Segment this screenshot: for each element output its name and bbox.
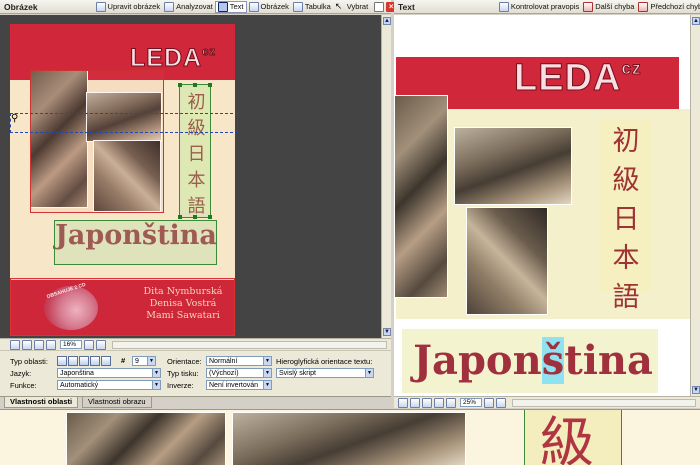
- maximize-icon[interactable]: [374, 1, 385, 12]
- right-horizontal-scrollbar[interactable]: [512, 398, 696, 407]
- area-type-text-icon[interactable]: [57, 356, 67, 366]
- right-zoom-minus-icon[interactable]: [446, 397, 456, 408]
- next-error-button[interactable]: Další chyba: [581, 1, 636, 13]
- analyze-icon: [164, 1, 175, 12]
- right-fit-page-icon[interactable]: [398, 397, 408, 408]
- area-type-table-icon[interactable]: [79, 356, 89, 366]
- actual-size-icon[interactable]: [34, 339, 44, 350]
- recognized-publisher-logo: LEDAcz: [513, 57, 642, 100]
- recognized-temple-photo: [454, 127, 572, 205]
- fit-page-icon[interactable]: [10, 339, 20, 350]
- text-block-kanji-selection[interactable]: [178, 83, 212, 219]
- orientation-select[interactable]: Normální ▼: [206, 356, 272, 366]
- hieroglyph-orientation-select[interactable]: Svislý skript ▼: [276, 368, 374, 378]
- number-label: #: [121, 356, 126, 365]
- left-panel-title: Obrázek: [4, 1, 38, 12]
- properties-tabs: Vlastnosti oblasti Vlastnosti obrazu: [0, 396, 391, 408]
- next-error-icon: [583, 1, 594, 12]
- left-zoom-field[interactable]: 16%: [60, 340, 82, 349]
- analyze-button[interactable]: Analyzovat: [162, 1, 215, 13]
- zoom-street-photo: [66, 412, 226, 465]
- right-zoom-bar: 25%: [394, 396, 700, 408]
- print-type-label: Typ tisku:: [167, 369, 199, 378]
- magnifier-icon: ⚲: [11, 113, 19, 124]
- orientation-label: Orientace:: [167, 357, 202, 366]
- recognized-people-photo: [466, 207, 548, 315]
- right-actual-size-icon[interactable]: [422, 397, 432, 408]
- right-vertical-scrollbar[interactable]: ▲ ▼: [690, 15, 700, 396]
- right-scroll-up-icon[interactable]: ▲: [692, 17, 700, 25]
- zoom-kanji: 級: [540, 411, 594, 465]
- inversion-select[interactable]: Není invertován ▼: [206, 380, 272, 390]
- fit-width-icon[interactable]: [22, 339, 32, 350]
- scroll-up-icon[interactable]: ▲: [383, 17, 391, 25]
- prev-error-icon: [638, 1, 649, 12]
- left-horizontal-scrollbar[interactable]: [112, 340, 387, 349]
- edit-image-icon: [95, 1, 106, 12]
- area-number-field[interactable]: 9 ▼: [132, 356, 156, 366]
- language-label: Jazyk:: [10, 369, 32, 378]
- zoom-temple-photo: [232, 412, 466, 465]
- function-label: Funkce:: [10, 381, 37, 390]
- area-type-barcode-icon[interactable]: [90, 356, 100, 366]
- left-vertical-scrollbar[interactable]: ▲ ▼: [381, 15, 391, 338]
- zoom-preview-strip[interactable]: 級: [0, 409, 700, 465]
- left-zoom-bar: 16%: [0, 338, 391, 350]
- zoom-dropdown-icon[interactable]: [84, 339, 94, 350]
- recognized-title[interactable]: Japonština: [408, 337, 658, 384]
- area-type-label: Typ oblasti:: [10, 357, 48, 366]
- spellcheck-icon: [498, 1, 509, 12]
- right-panel-title: Text: [398, 1, 415, 12]
- scroll-down-icon[interactable]: ▼: [383, 328, 391, 336]
- hieroglyph-orientation-label: Hieroglyfická orientace textu:: [276, 357, 373, 366]
- tab-area-properties[interactable]: Vlastnosti oblasti: [4, 397, 79, 408]
- text-cursor-highlight: š: [541, 337, 565, 384]
- language-select[interactable]: Japonština ▼: [57, 368, 161, 378]
- picture-icon: [248, 1, 259, 12]
- text-area-icon: [217, 1, 228, 12]
- left-panel-header: Obrázek Upravit obrázek Analyzovat Text …: [0, 0, 397, 14]
- publisher-logo: LEDAcz: [129, 44, 216, 73]
- right-zoom-dropdown-icon[interactable]: [484, 397, 494, 408]
- right-panel-header: Text Kontrolovat pravopis Další chyba Př…: [394, 0, 700, 14]
- right-zoom-field[interactable]: 25%: [460, 398, 482, 407]
- print-type-select[interactable]: (Výchozí) ▼: [206, 368, 272, 378]
- right-page-view-icon[interactable]: [496, 397, 506, 408]
- table-area-button[interactable]: Tabulka: [291, 1, 333, 13]
- edit-image-button[interactable]: Upravit obrázek: [94, 1, 163, 13]
- select-button[interactable]: ↖ Vybrat: [333, 1, 370, 13]
- recognized-street-photo: [394, 95, 448, 298]
- zoom-out-icon[interactable]: [46, 339, 56, 350]
- image-area-button[interactable]: Obrázek: [247, 1, 291, 13]
- text-editor-view[interactable]: LEDAcz 初級日本語 Japonština: [394, 15, 690, 396]
- area-type-background-icon[interactable]: [101, 356, 111, 366]
- pointer-icon: ↖: [334, 0, 343, 11]
- text-area-button[interactable]: Text: [214, 0, 247, 13]
- table-icon: [292, 1, 303, 12]
- check-spelling-button[interactable]: Kontrolovat pravopis: [497, 1, 581, 13]
- recognized-kanji-column: 初級日本語: [600, 119, 652, 313]
- prev-error-button[interactable]: Předchozí chyba: [636, 1, 700, 13]
- area-properties-panel: Typ oblasti: # 9 ▼ Jazyk: Japonština ▼ Fun…: [0, 350, 391, 396]
- right-zoom-out-icon[interactable]: [434, 397, 444, 408]
- right-fit-width-icon[interactable]: [410, 397, 420, 408]
- inversion-label: Inverze:: [167, 381, 194, 390]
- function-select[interactable]: Automatický ▼: [57, 380, 161, 390]
- area-type-picture-icon[interactable]: [68, 356, 78, 366]
- selection-marquee: [10, 113, 238, 133]
- text-block-title-selection[interactable]: [54, 220, 217, 265]
- picture-block-bottom-selection[interactable]: [10, 278, 235, 336]
- tab-image-properties[interactable]: Vlastnosti obrazu: [82, 397, 152, 408]
- right-scroll-down-icon[interactable]: ▼: [692, 386, 700, 394]
- picture-block-photos-selection[interactable]: [30, 70, 164, 213]
- zoom-in-icon[interactable]: [96, 339, 106, 350]
